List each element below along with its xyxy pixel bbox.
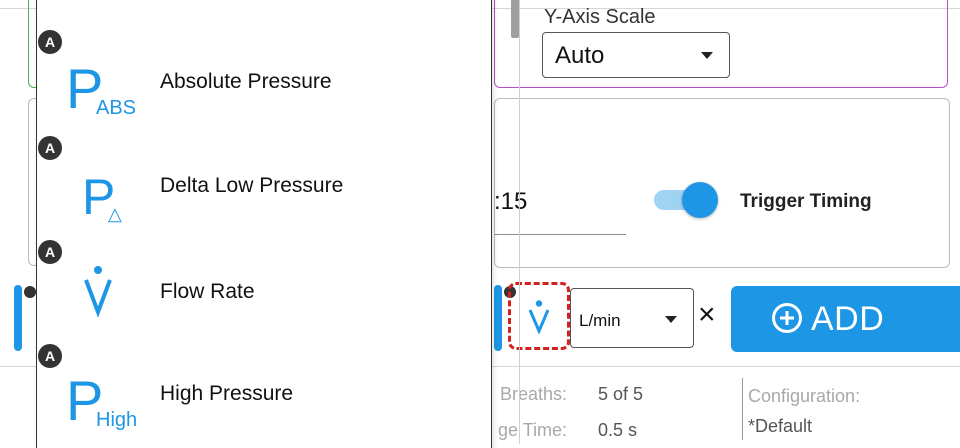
absolute-pressure-icon: P ABS bbox=[66, 57, 136, 120]
symbol-subscript: High bbox=[96, 409, 137, 431]
chevron-down-icon bbox=[701, 52, 713, 59]
add-button[interactable]: ADD bbox=[731, 286, 960, 352]
menu-item-label: Absolute Pressure bbox=[160, 70, 332, 93]
menu-item-flow-rate[interactable]: A Flow Rate bbox=[36, 238, 474, 342]
unit-select[interactable]: L/min bbox=[570, 288, 694, 348]
menu-item-absolute-pressure[interactable]: A P ABS Absolute Pressure bbox=[36, 28, 474, 132]
menu-scrollbar-thumb[interactable] bbox=[511, 0, 519, 38]
time-value: 0.5 s bbox=[598, 420, 638, 440]
toggle-thumb bbox=[682, 182, 718, 218]
chevron-down-icon bbox=[665, 316, 677, 323]
menu-item-label: High Pressure bbox=[160, 382, 294, 405]
menu-item-label: Flow Rate bbox=[160, 280, 255, 303]
flow-rate-icon bbox=[84, 266, 112, 318]
breaths-value: 5 of 5 bbox=[598, 384, 644, 404]
symbol-subscript: ABS bbox=[96, 97, 136, 119]
trigger-timing-toggle[interactable] bbox=[650, 182, 718, 218]
left-row-handle[interactable] bbox=[14, 285, 22, 351]
menu-scrollbar-track bbox=[519, 0, 520, 444]
time-field-underline bbox=[494, 234, 626, 235]
trigger-timing-label: Trigger Timing bbox=[740, 191, 872, 212]
unit-value: L/min bbox=[579, 311, 621, 330]
y-axis-scale-select[interactable]: Auto bbox=[542, 32, 730, 78]
time-value-field[interactable]: :15 bbox=[494, 188, 527, 216]
flow-rate-icon bbox=[528, 300, 550, 334]
remove-measurement-button[interactable]: × bbox=[698, 300, 716, 330]
menu-item-delta-low-pressure[interactable]: A P △ Delta Low Pressure bbox=[36, 134, 474, 238]
breaths-label: Breaths: bbox=[500, 384, 568, 404]
symbol-subscript: △ bbox=[108, 204, 122, 224]
menu-item-label: Delta Low Pressure bbox=[160, 174, 344, 197]
left-row-badge bbox=[24, 286, 36, 298]
y-axis-scale-label: Y-Axis Scale bbox=[544, 6, 656, 28]
delta-pressure-icon: P △ bbox=[82, 169, 122, 225]
menu-item-high-pressure[interactable]: A P High High Pressure bbox=[36, 342, 474, 446]
footer-column-divider bbox=[742, 378, 743, 440]
time-label: ge Time: bbox=[498, 420, 568, 440]
right-row-handle[interactable] bbox=[494, 285, 502, 351]
configuration-label: Configuration: bbox=[748, 386, 861, 406]
auto-badge: A bbox=[38, 30, 62, 54]
configuration-value: *Default bbox=[748, 416, 813, 436]
auto-badge: A bbox=[38, 136, 62, 160]
timing-panel bbox=[494, 98, 950, 268]
y-axis-scale-value: Auto bbox=[555, 42, 605, 69]
auto-badge: A bbox=[38, 240, 62, 264]
auto-badge: A bbox=[38, 344, 62, 368]
high-pressure-icon: P High bbox=[66, 369, 137, 432]
plus-circle-icon bbox=[772, 303, 802, 333]
add-button-label: ADD bbox=[811, 300, 885, 338]
